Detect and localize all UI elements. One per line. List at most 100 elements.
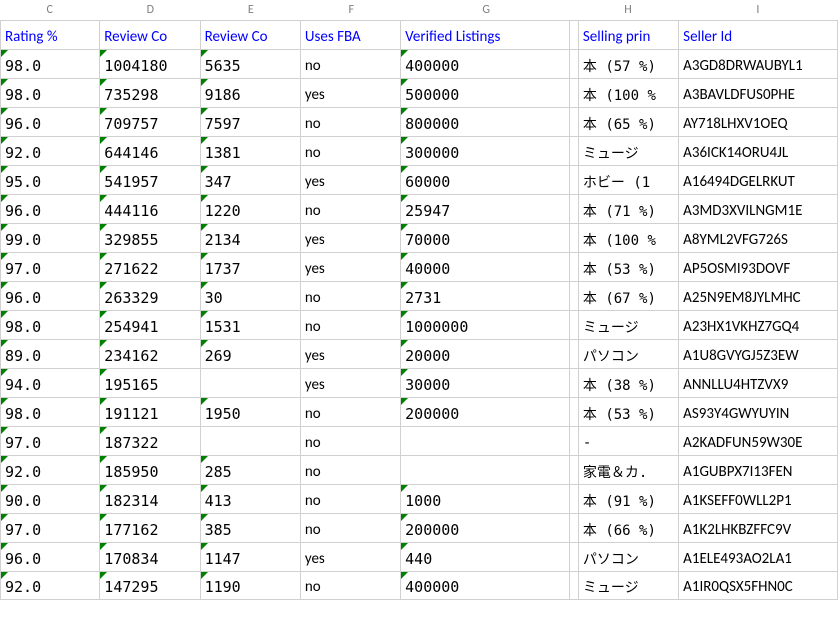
col-letter-f[interactable]: F [302, 3, 403, 17]
cell-verified[interactable]: 200000 [401, 398, 570, 426]
cell-verified[interactable]: 20000 [401, 340, 570, 368]
cell-seller-id[interactable]: A1U8GVYGJ5Z3EW [679, 340, 838, 368]
cell-review-co-1[interactable]: 195165 [100, 369, 200, 397]
cell-seller-id[interactable]: A3BAVLDFUS0PHE [679, 79, 838, 107]
cell-review-co-2[interactable]: 9186 [201, 79, 301, 107]
cell-verified[interactable]: 500000 [401, 79, 570, 107]
cell-review-co-1[interactable]: 234162 [100, 340, 200, 368]
cell-rating[interactable]: 99.0 [0, 224, 100, 252]
cell-selling[interactable]: 本 (53 %) [579, 398, 679, 426]
cell-selling[interactable]: パソコン [579, 543, 679, 571]
cell-review-co-1[interactable]: 541957 [100, 166, 200, 194]
cell-review-co-2[interactable]: 385 [201, 514, 301, 542]
cell-verified[interactable] [401, 427, 570, 455]
cell-uses-fba[interactable]: no [301, 456, 401, 484]
cell-selling[interactable]: ミュージ [579, 311, 679, 339]
cell-seller-id[interactable]: A16494DGELRKUT [679, 166, 838, 194]
cell-verified[interactable]: 800000 [401, 108, 570, 136]
cell-rating[interactable]: 96.0 [0, 195, 100, 223]
cell-review-co-2[interactable]: 1220 [201, 195, 301, 223]
cell-review-co-2[interactable] [201, 369, 301, 397]
cell-review-co-1[interactable]: 1004180 [100, 50, 200, 78]
header-review-co-1[interactable]: Review Co [100, 21, 200, 49]
cell-selling[interactable]: ミュージ [579, 572, 679, 599]
cell-seller-id[interactable]: A1ELE493AO2LA1 [679, 543, 838, 571]
cell-seller-id[interactable]: A23HX1VKHZ7GQ4 [679, 311, 838, 339]
cell-rating[interactable]: 97.0 [0, 427, 100, 455]
cell-rating[interactable]: 96.0 [0, 543, 100, 571]
spreadsheet-grid[interactable]: C D E F G H I Rating % Review Co Review … [0, 0, 838, 600]
cell-selling[interactable]: - [579, 427, 679, 455]
cell-selling[interactable]: 本 (67 %) [579, 282, 679, 310]
cell-seller-id[interactable]: A1KSEFF0WLL2P1 [679, 485, 838, 513]
cell-rating[interactable]: 98.0 [0, 79, 100, 107]
cell-review-co-2[interactable]: 269 [201, 340, 301, 368]
cell-seller-id[interactable]: ANNLLU4HTZVX9 [679, 369, 838, 397]
header-rating[interactable]: Rating % [0, 21, 100, 49]
cell-review-co-2[interactable]: 1737 [201, 253, 301, 281]
cell-uses-fba[interactable]: yes [301, 340, 401, 368]
cell-review-co-1[interactable]: 709757 [100, 108, 200, 136]
cell-seller-id[interactable]: AY718LHXV1OEQ [679, 108, 838, 136]
cell-selling[interactable]: パソコン [579, 340, 679, 368]
header-review-co-2[interactable]: Review Co [201, 21, 301, 49]
cell-seller-id[interactable]: AS93Y4GWYUYIN [679, 398, 838, 426]
col-letter-d[interactable]: D [101, 3, 202, 17]
cell-rating[interactable]: 96.0 [0, 108, 100, 136]
cell-seller-id[interactable]: A8YML2VFG726S [679, 224, 838, 252]
cell-verified[interactable]: 440 [401, 543, 570, 571]
cell-seller-id[interactable]: A25N9EM8JYLMHC [679, 282, 838, 310]
cell-review-co-1[interactable]: 185950 [100, 456, 200, 484]
cell-seller-id[interactable]: A1GUBPX7I13FEN [679, 456, 838, 484]
header-selling[interactable]: Selling prin [579, 21, 679, 49]
cell-verified[interactable]: 400000 [401, 572, 570, 599]
cell-uses-fba[interactable]: no [301, 427, 401, 455]
cell-review-co-1[interactable]: 644146 [100, 137, 200, 165]
cell-review-co-2[interactable]: 1381 [201, 137, 301, 165]
cell-uses-fba[interactable]: no [301, 50, 401, 78]
cell-review-co-1[interactable]: 191121 [100, 398, 200, 426]
cell-selling[interactable]: 本 (38 %) [579, 369, 679, 397]
cell-seller-id[interactable]: A36ICK14ORU4JL [679, 137, 838, 165]
cell-review-co-1[interactable]: 735298 [100, 79, 200, 107]
cell-review-co-1[interactable]: 182314 [100, 485, 200, 513]
cell-rating[interactable]: 98.0 [0, 398, 100, 426]
cell-selling[interactable]: 本 (53 %) [579, 253, 679, 281]
cell-seller-id[interactable]: A1IR0QSX5FHN0C [679, 572, 838, 599]
cell-rating[interactable]: 97.0 [0, 514, 100, 542]
cell-uses-fba[interactable]: no [301, 514, 401, 542]
cell-seller-id[interactable]: A3MD3XVILNGM1E [679, 195, 838, 223]
cell-review-co-1[interactable]: 254941 [100, 311, 200, 339]
cell-uses-fba[interactable]: yes [301, 224, 401, 252]
cell-verified[interactable]: 30000 [401, 369, 570, 397]
cell-uses-fba[interactable]: yes [301, 543, 401, 571]
cell-selling[interactable]: 本 (66 %) [579, 514, 679, 542]
cell-review-co-2[interactable]: 1147 [201, 543, 301, 571]
cell-uses-fba[interactable]: yes [301, 79, 401, 107]
cell-review-co-1[interactable]: 187322 [100, 427, 200, 455]
cell-review-co-2[interactable]: 1190 [201, 572, 301, 599]
header-seller-id[interactable]: Seller Id [679, 21, 838, 49]
cell-review-co-2[interactable]: 2134 [201, 224, 301, 252]
cell-uses-fba[interactable]: no [301, 398, 401, 426]
cell-review-co-1[interactable]: 271622 [100, 253, 200, 281]
cell-verified[interactable]: 2731 [401, 282, 570, 310]
cell-uses-fba[interactable]: no [301, 311, 401, 339]
cell-review-co-2[interactable]: 1950 [201, 398, 301, 426]
cell-rating[interactable]: 98.0 [0, 311, 100, 339]
cell-seller-id[interactable]: A1K2LHKBZFFC9V [679, 514, 838, 542]
cell-review-co-2[interactable]: 347 [201, 166, 301, 194]
cell-review-co-2[interactable] [201, 427, 301, 455]
cell-review-co-2[interactable]: 1531 [201, 311, 301, 339]
cell-rating[interactable]: 90.0 [0, 485, 100, 513]
cell-review-co-1[interactable]: 329855 [100, 224, 200, 252]
cell-rating[interactable]: 95.0 [0, 166, 100, 194]
cell-selling[interactable]: 本 (71 %) [579, 195, 679, 223]
cell-review-co-2[interactable]: 5635 [201, 50, 301, 78]
col-letter-i[interactable]: I [679, 3, 838, 17]
cell-verified[interactable]: 40000 [401, 253, 570, 281]
cell-verified[interactable]: 70000 [401, 224, 570, 252]
cell-verified[interactable] [401, 456, 570, 484]
cell-seller-id[interactable]: A2KADFUN59W30E [679, 427, 838, 455]
cell-verified[interactable]: 25947 [401, 195, 570, 223]
